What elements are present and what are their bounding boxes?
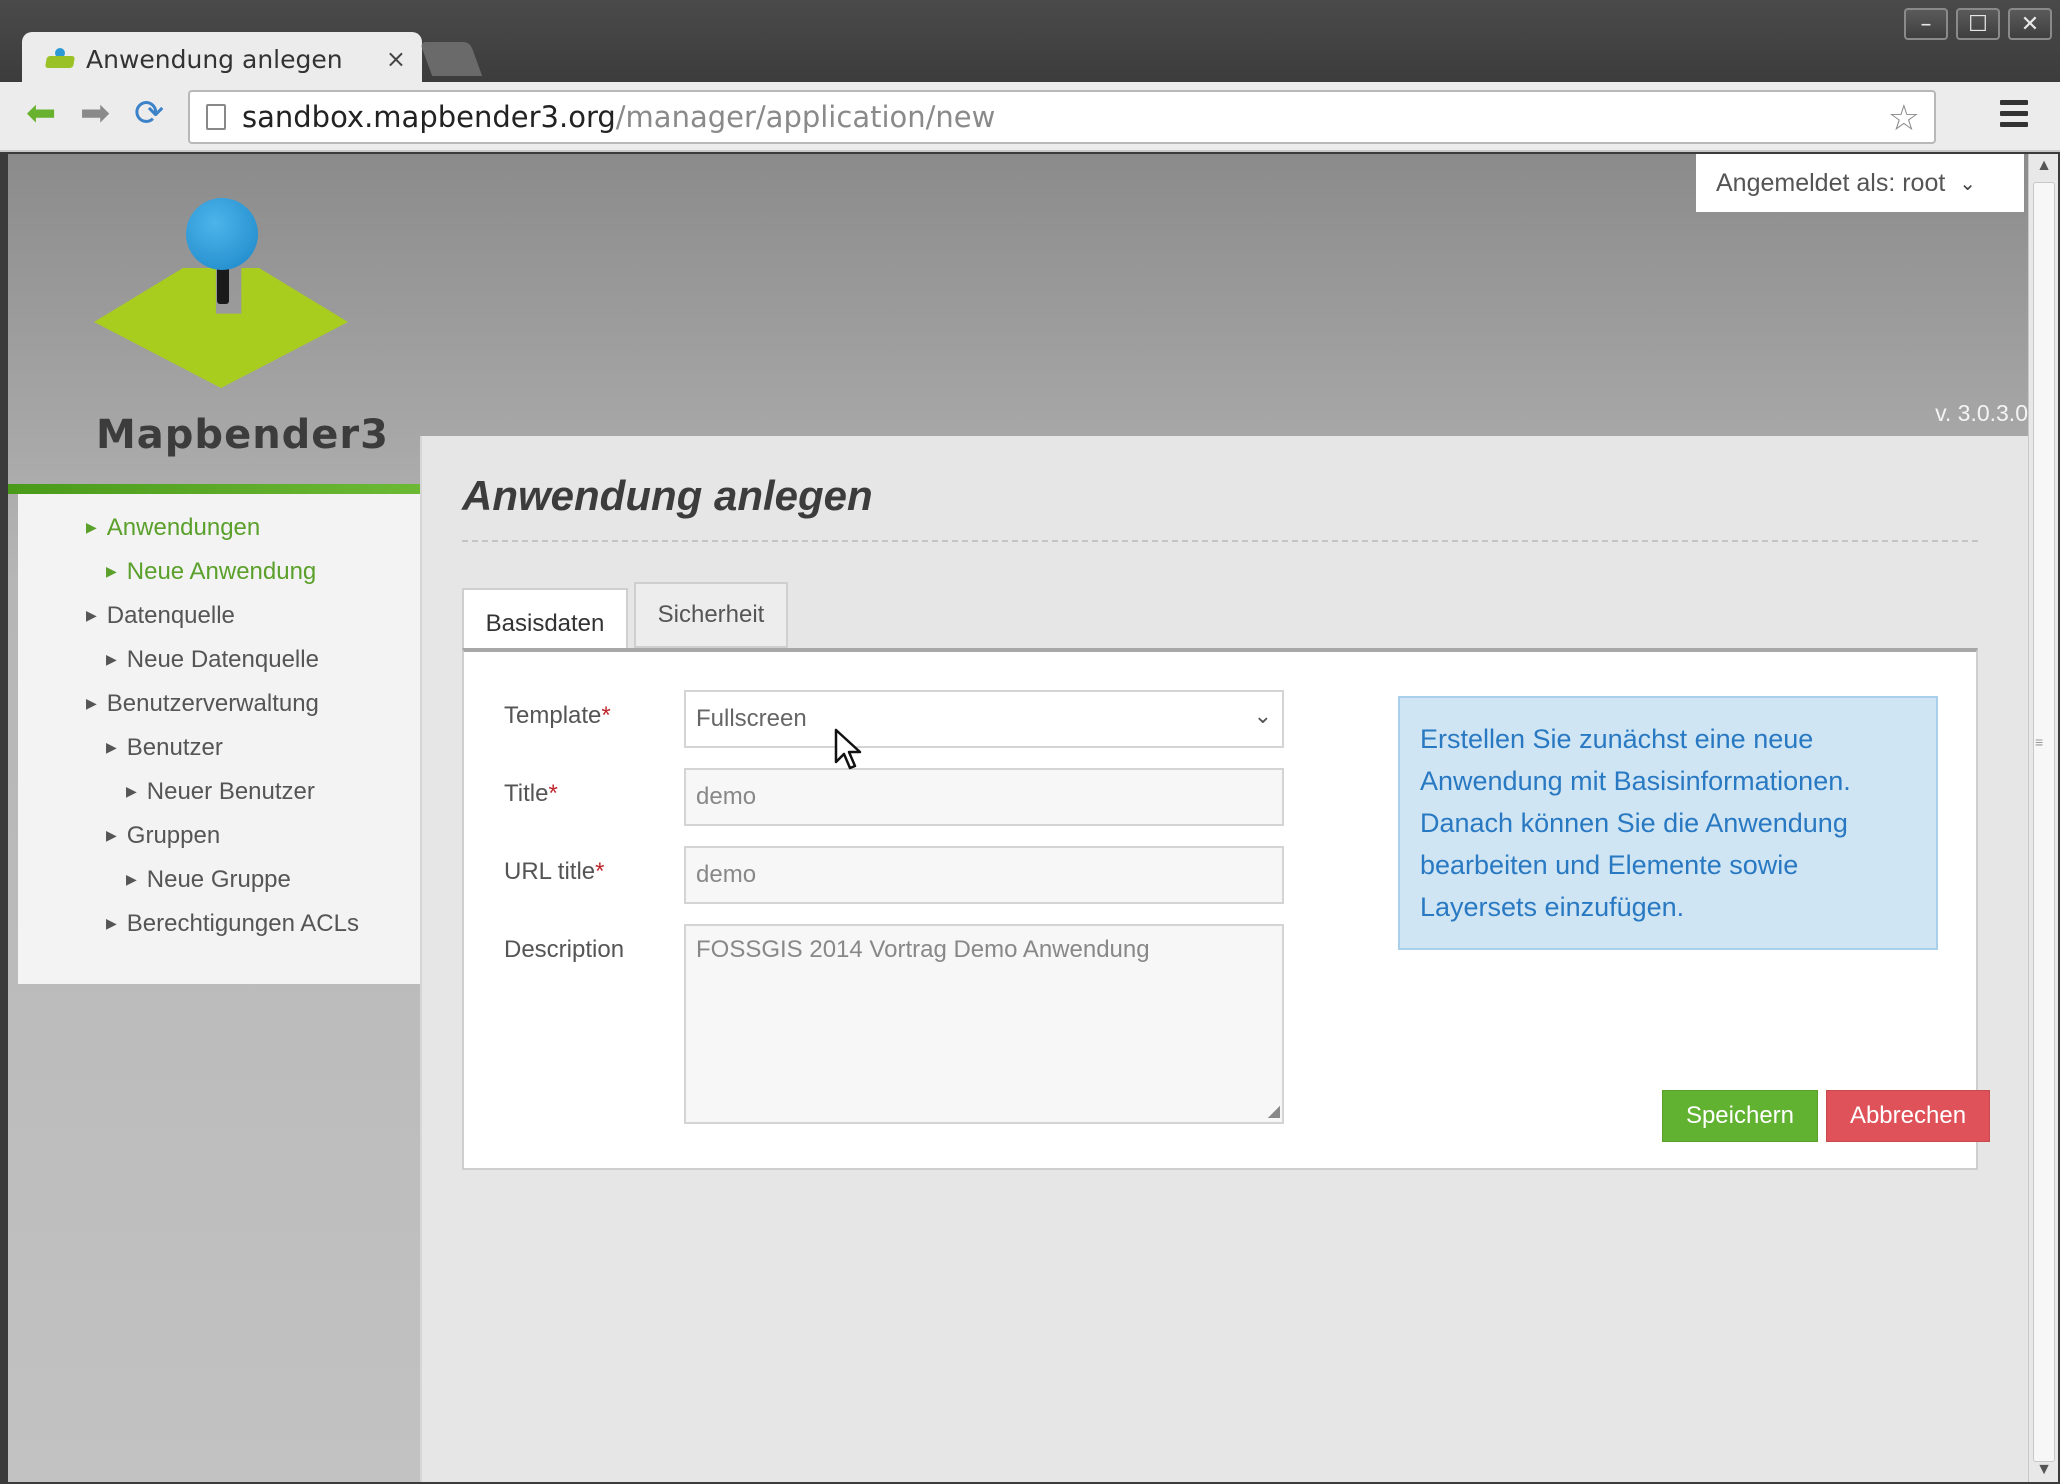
browser-titlebar: Anwendung anlegen × – ☐ ✕ (0, 0, 2060, 86)
forward-arrow-icon[interactable]: ➡ (80, 96, 110, 132)
template-label: Template* (504, 702, 611, 729)
tab-label: Basisdaten (485, 610, 605, 637)
sidebar-item-label: Gruppen (126, 822, 221, 849)
sidebar-item-label: Neue Anwendung (126, 558, 317, 585)
vertical-scrollbar[interactable]: ▲ ≡ ▼ (2028, 154, 2058, 1482)
chevron-down-icon: ⌄ (1959, 171, 1977, 195)
page-icon (206, 104, 226, 130)
new-tab-button[interactable] (419, 42, 483, 76)
page-viewport: Mapbender3 Angemeldet als: root ⌄ v. 3.0… (8, 154, 2028, 1482)
save-button[interactable]: Speichern (1662, 1090, 1818, 1142)
back-arrow-icon[interactable]: ⬅ (26, 96, 56, 132)
reload-icon[interactable]: ⟳ (134, 96, 164, 132)
sidebar-item-label: Anwendungen (106, 514, 261, 541)
sidebar-item-benutzerverwaltung[interactable]: ▶ Benutzerverwaltung (86, 690, 319, 718)
version-label: v. 3.0.3.0 (1935, 400, 2028, 426)
sidebar-item-benutzer[interactable]: ▶ Benutzer (106, 734, 223, 762)
scroll-down-icon[interactable]: ▼ (2029, 1458, 2059, 1482)
browser-tab[interactable]: Anwendung anlegen × (22, 32, 422, 86)
scrollbar-thumb[interactable] (2033, 182, 2055, 1462)
tab-label: Sicherheit (657, 601, 765, 628)
sidebar-item-neue-anwendung[interactable]: ▶ Neue Anwendung (106, 558, 316, 586)
tab-close-icon[interactable]: × (386, 45, 406, 73)
url-host: sandbox.mapbender3.org (242, 100, 616, 134)
mapbender-logo[interactable]: Mapbender3 (86, 198, 388, 458)
sidebar-item-neuer-benutzer[interactable]: ▶ Neuer Benutzer (126, 778, 315, 806)
address-bar[interactable]: sandbox.mapbender3.org/manager/applicati… (188, 90, 1936, 144)
caret-right-icon: ▶ (86, 520, 97, 536)
resize-handle-icon[interactable]: ◢ (1268, 1101, 1280, 1120)
mapbender-favicon-icon (44, 48, 76, 70)
description-value: FOSSGIS 2014 Vortrag Demo Anwendung (696, 936, 1150, 963)
user-menu-label: Angemeldet als: root (1716, 168, 1946, 197)
sidebar-item-anwendungen[interactable]: ▶ Anwendungen (86, 514, 260, 542)
sidebar-item-label: Datenquelle (106, 602, 235, 629)
url-title-input[interactable]: demo (684, 846, 1284, 904)
title-input-value: demo (696, 783, 757, 810)
logo-text: Mapbender3 (96, 412, 389, 458)
sidebar-item-label: Benutzerverwaltung (106, 690, 319, 717)
tab-sicherheit[interactable]: Sicherheit (634, 582, 788, 648)
mouse-cursor-icon (834, 728, 862, 770)
template-select-value: Fullscreen (696, 705, 807, 732)
title-divider (462, 540, 1978, 542)
caret-right-icon: ▶ (106, 740, 117, 756)
browser-tab-title: Anwendung anlegen (86, 44, 343, 74)
url-title-label: URL title* (504, 858, 605, 885)
bookmark-star-icon[interactable]: ☆ (1888, 98, 1920, 139)
sidebar-item-label: Neuer Benutzer (146, 778, 315, 805)
window-controls: – ☐ ✕ (1904, 8, 2052, 40)
sidebar-nav: ▶ Anwendungen ▶ Neue Anwendung ▶ Datenqu… (18, 494, 428, 984)
caret-right-icon: ▶ (106, 652, 117, 668)
maximize-button[interactable]: ☐ (1956, 8, 2000, 40)
caret-right-icon: ▶ (126, 872, 137, 888)
sidebar-item-label: Berechtigungen ACLs (126, 910, 359, 937)
caret-right-icon: ▶ (86, 696, 97, 712)
sidebar-item-gruppen[interactable]: ▶ Gruppen (106, 822, 220, 850)
user-menu[interactable]: Angemeldet als: root ⌄ (1696, 154, 2024, 212)
title-label: Title* (504, 780, 558, 807)
sidebar-item-label: Neue Gruppe (146, 866, 291, 893)
url-path: /manager/application/new (615, 100, 996, 134)
sidebar-item-label: Neue Datenquelle (126, 646, 319, 673)
browser-toolbar: ⬅ ➡ ⟳ sandbox.mapbender3.org/manager/app… (0, 82, 2060, 152)
sidebar-item-neue-gruppe[interactable]: ▶ Neue Gruppe (126, 866, 291, 894)
description-textarea[interactable]: FOSSGIS 2014 Vortrag Demo Anwendung ◢ (684, 924, 1284, 1124)
scrollbar-grip-icon: ≡ (2035, 734, 2044, 750)
caret-right-icon: ▶ (126, 784, 137, 800)
cancel-button[interactable]: Abbrechen (1826, 1090, 1990, 1142)
caret-right-icon: ▶ (106, 828, 117, 844)
browser-menu-icon[interactable] (2000, 100, 2028, 133)
sidebar-item-datenquelle[interactable]: ▶ Datenquelle (86, 602, 235, 630)
info-box: Erstellen Sie zunächst eine neue Anwendu… (1398, 696, 1938, 950)
close-window-button[interactable]: ✕ (2008, 8, 2052, 40)
sidebar-item-label: Benutzer (126, 734, 223, 761)
template-select[interactable]: Fullscreen ⌄ (684, 690, 1284, 748)
description-label: Description (504, 936, 625, 963)
main-content: Anwendung anlegen Basisdaten Sicherheit … (420, 436, 2028, 1482)
sidebar-item-neue-datenquelle[interactable]: ▶ Neue Datenquelle (106, 646, 319, 674)
caret-right-icon: ▶ (106, 564, 117, 580)
page-title: Anwendung anlegen (462, 472, 873, 519)
chevron-down-icon: ⌄ (1253, 704, 1272, 729)
title-input[interactable]: demo (684, 768, 1284, 826)
caret-right-icon: ▶ (106, 916, 117, 932)
sidebar-item-berechtigungen[interactable]: ▶ Berechtigungen ACLs (106, 910, 359, 938)
url-title-input-value: demo (696, 861, 757, 888)
caret-right-icon: ▶ (86, 608, 97, 624)
logo-pin-stem (217, 264, 229, 304)
scroll-up-icon[interactable]: ▲ (2029, 154, 2059, 178)
minimize-button[interactable]: – (1904, 8, 1948, 40)
logo-pin-ball (186, 198, 258, 270)
